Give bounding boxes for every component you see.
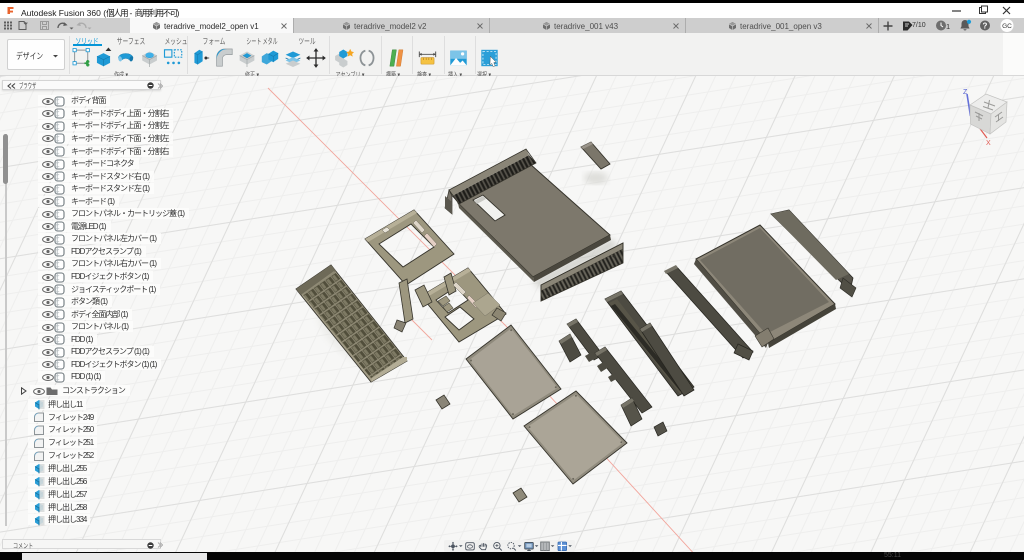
- svg-text:Z: Z: [963, 89, 968, 96]
- svg-text:?: ?: [983, 21, 988, 30]
- svg-text:X: X: [986, 140, 991, 147]
- svg-text:GC: GC: [1002, 23, 1012, 30]
